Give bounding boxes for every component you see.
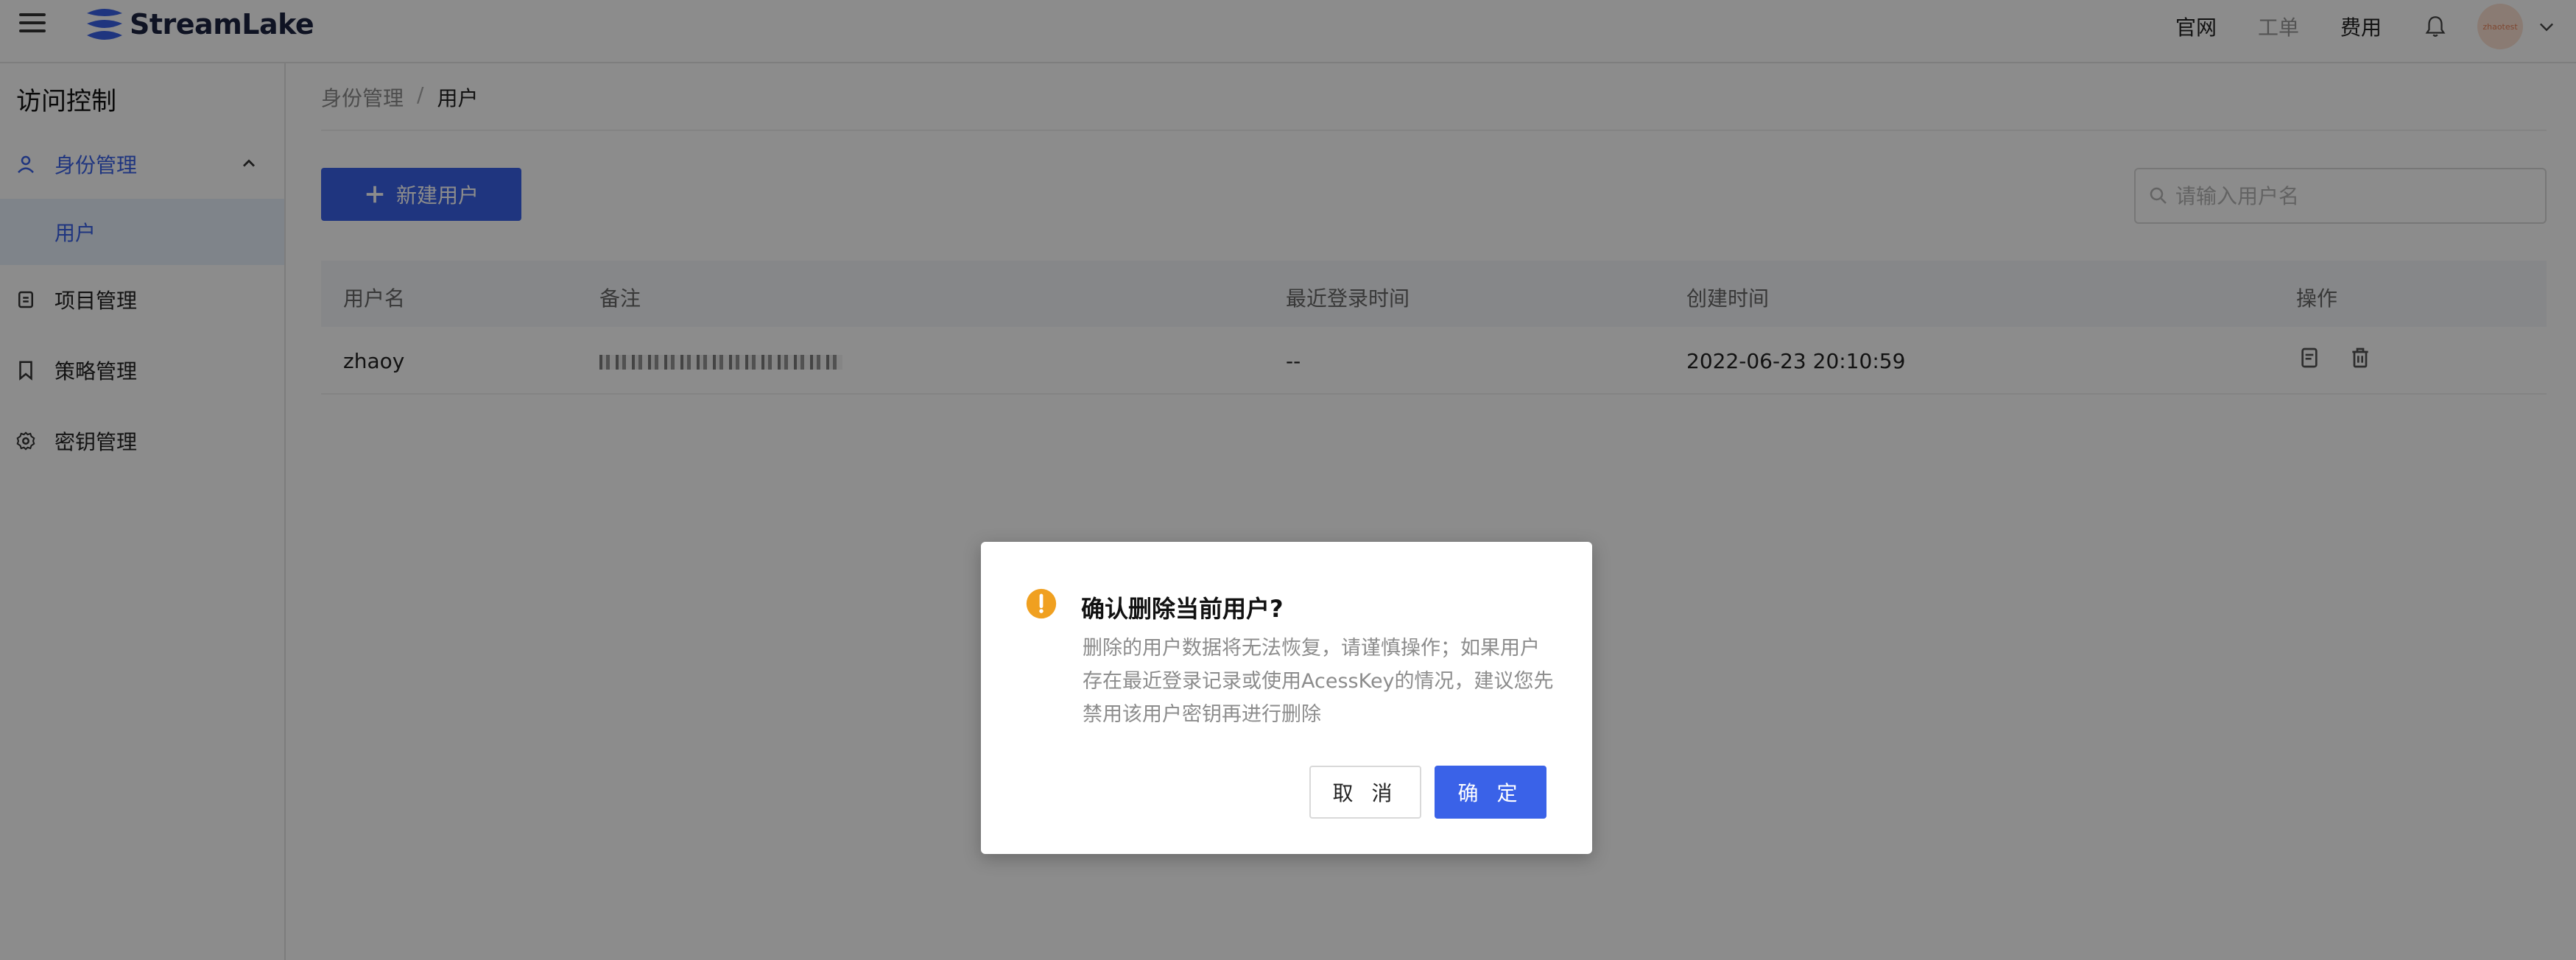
warning-icon (1026, 588, 1057, 619)
cancel-button[interactable]: 取 消 (1309, 766, 1421, 819)
confirm-button[interactable]: 确 定 (1435, 766, 1546, 819)
confirm-delete-dialog: 确认删除当前用户? 删除的用户数据将无法恢复，请谨慎操作；如果用户存在最近登录记… (981, 542, 1592, 854)
dialog-title: 确认删除当前用户? (1081, 595, 1284, 623)
dialog-message: 删除的用户数据将无法恢复，请谨慎操作；如果用户存在最近登录记录或使用AcessK… (1083, 637, 1554, 726)
